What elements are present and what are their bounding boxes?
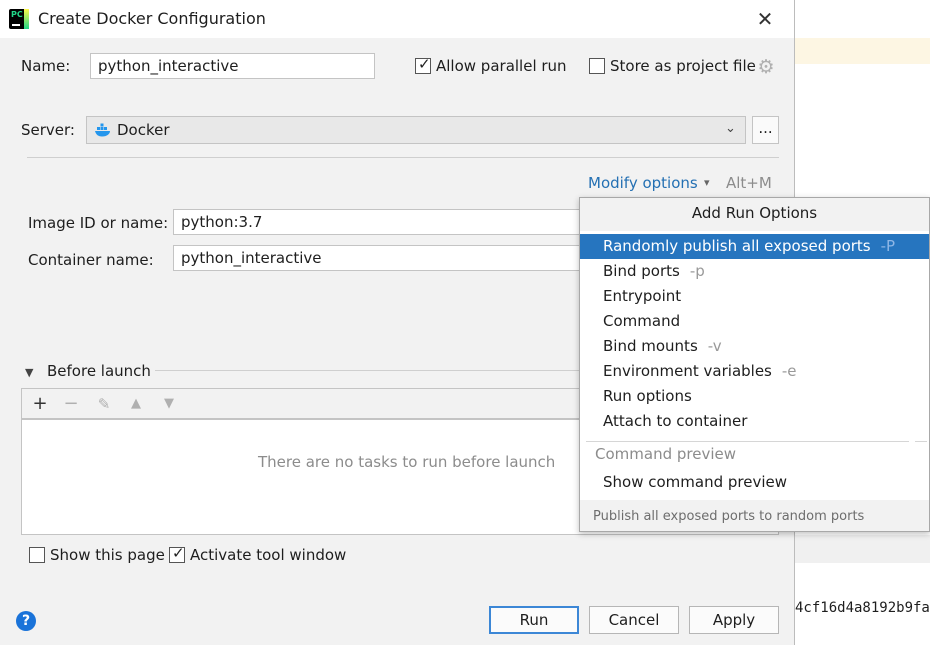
image-label: Image ID or name: [28,214,169,232]
image-field[interactable]: python:3.7 [173,209,593,235]
name-field[interactable]: python_interactive [90,53,375,79]
server-more-button[interactable]: ... [752,116,779,144]
empty-tasks-text: There are no tasks to run before launch [258,453,556,471]
gear-icon[interactable]: ⚙ [756,57,776,77]
background-hash-text: 4cf16d4a8192b9fac [795,600,930,616]
run-button[interactable]: Run [489,606,579,634]
background-line-highlight [795,38,930,64]
run-option-command[interactable]: Command [580,309,929,334]
chevron-down-icon: ⌄ [725,121,736,136]
show-this-page-checkbox[interactable] [29,547,45,563]
separator [27,157,779,158]
allow-parallel-run-checkbox[interactable]: ✓ [415,55,431,74]
store-as-project-file-label: Store as project file [610,57,756,75]
popup-title: Add Run Options [580,198,929,231]
run-option-bind-mounts[interactable]: Bind mounts -v [580,334,929,359]
run-option-bind-ports[interactable]: Bind ports -p [580,259,929,284]
add-icon[interactable]: + [28,392,52,416]
add-run-options-popup: Add Run Options Randomly publish all exp… [579,197,930,532]
chevron-down-icon: ▾ [704,176,710,189]
store-as-project-file-checkbox[interactable] [589,58,605,74]
server-select[interactable]: Docker ⌄ [86,116,746,144]
run-option-run-options[interactable]: Run options [580,384,929,409]
before-launch-label[interactable]: Before launch [47,362,151,380]
run-option-attach-to-container[interactable]: Attach to container [580,409,929,434]
container-name-field[interactable]: python_interactive [173,245,593,271]
activate-tool-window-checkbox[interactable]: ✓ [169,544,185,563]
collapse-arrow-icon[interactable]: ▼ [25,366,33,379]
apply-button[interactable]: Apply [689,606,779,634]
edit-icon[interactable]: ✎ [92,392,116,416]
dialog-title: Create Docker Configuration [38,9,266,28]
popup-separator [586,441,909,442]
run-option-environment-variables[interactable]: Environment variables -e [580,359,929,384]
section-divider [155,370,580,371]
pycharm-app-icon: PC [9,9,29,29]
before-launch-toolbar: + − ✎ ▲ ▼ [21,388,581,419]
background-gray-band [795,535,930,563]
container-name-label: Container name: [28,251,154,269]
move-up-icon[interactable]: ▲ [124,392,148,416]
allow-parallel-run-label: Allow parallel run [436,57,567,75]
cancel-button[interactable]: Cancel [589,606,679,634]
modify-options-link[interactable]: Modify options [588,174,698,192]
show-this-page-label: Show this page [50,546,165,564]
run-option-randomly-publish-ports[interactable]: Randomly publish all exposed ports -P [580,234,929,259]
close-icon[interactable]: ✕ [752,6,778,32]
activate-tool-window-label: Activate tool window [190,546,347,564]
name-label: Name: [21,57,71,75]
command-preview-group-label: Command preview [595,445,736,463]
server-select-value: Docker [117,121,170,139]
modify-options-shortcut: Alt+M [726,174,772,192]
remove-icon[interactable]: − [59,392,83,416]
help-icon[interactable]: ? [16,611,36,631]
popup-footer-description: Publish all exposed ports to random port… [580,500,929,531]
show-command-preview-option[interactable]: Show command preview [580,470,929,495]
popup-separator [915,441,927,442]
docker-icon [95,123,110,137]
move-down-icon[interactable]: ▼ [157,392,181,416]
run-option-entrypoint[interactable]: Entrypoint [580,284,929,309]
server-label: Server: [21,121,75,139]
